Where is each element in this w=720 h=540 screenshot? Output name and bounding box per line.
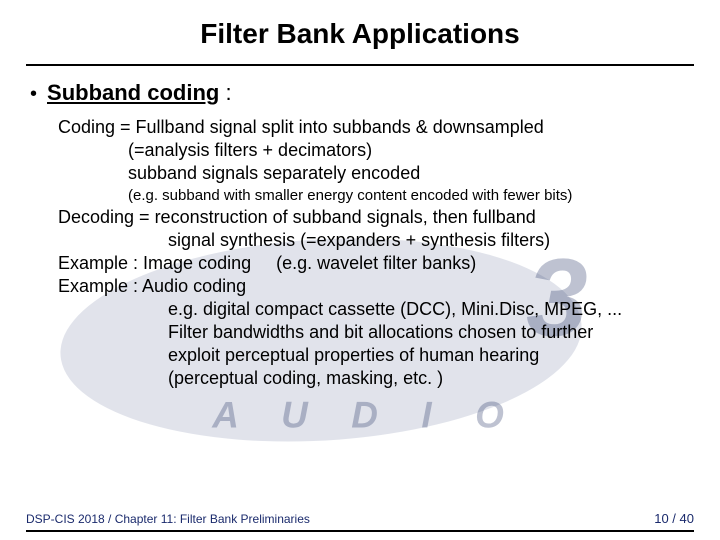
bullet-heading: Subband coding [47,80,219,105]
slide: 3 A U D I O Filter Bank Applications • S… [0,0,720,540]
footer: DSP-CIS 2018 / Chapter 11: Filter Bank P… [26,511,694,526]
example2-line-1: e.g. digital compact cassette (DCC), Min… [58,298,694,321]
decoding-line-2: signal synthesis (=expanders + synthesis… [58,229,694,252]
body: • Subband coding : Coding = Fullband sig… [0,80,720,390]
example-audio-coding: Example : Audio coding [58,275,694,298]
footer-block: DSP-CIS 2018 / Chapter 11: Filter Bank P… [0,530,720,540]
watermark-audio: A U D I O [211,395,520,436]
example1-eg: (e.g. wavelet filter banks) [276,253,476,273]
example1-label: Example : Image coding [58,253,251,273]
coding-line-2: (=analysis filters + decimators) [58,139,694,162]
example2-line-3: exploit perceptual properties of human h… [58,344,694,367]
coding-note: (e.g. subband with smaller energy conten… [58,187,694,204]
bullet-colon: : [219,80,231,105]
example2-line-4: (perceptual coding, masking, etc. ) [58,367,694,390]
footer-left: DSP-CIS 2018 / Chapter 11: Filter Bank P… [26,512,310,526]
coding-line-1: Coding = Fullband signal split into subb… [58,116,694,139]
example-image-coding: Example : Image coding (e.g. wavelet fil… [58,252,694,275]
page-number: 10 / 40 [654,511,694,526]
bullet-heading-row: • Subband coding : [30,80,694,106]
divider-bottom [26,530,694,532]
example2-line-2: Filter bandwidths and bit allocations ch… [58,321,694,344]
coding-line-3: subband signals separately encoded [58,162,694,185]
decoding-line-1: Decoding = reconstruction of subband sig… [58,206,694,229]
bullet-dot-icon: • [30,84,37,104]
slide-title: Filter Bank Applications [0,0,720,64]
divider-top [26,64,694,66]
content: Filter Bank Applications • Subband codin… [0,0,720,390]
